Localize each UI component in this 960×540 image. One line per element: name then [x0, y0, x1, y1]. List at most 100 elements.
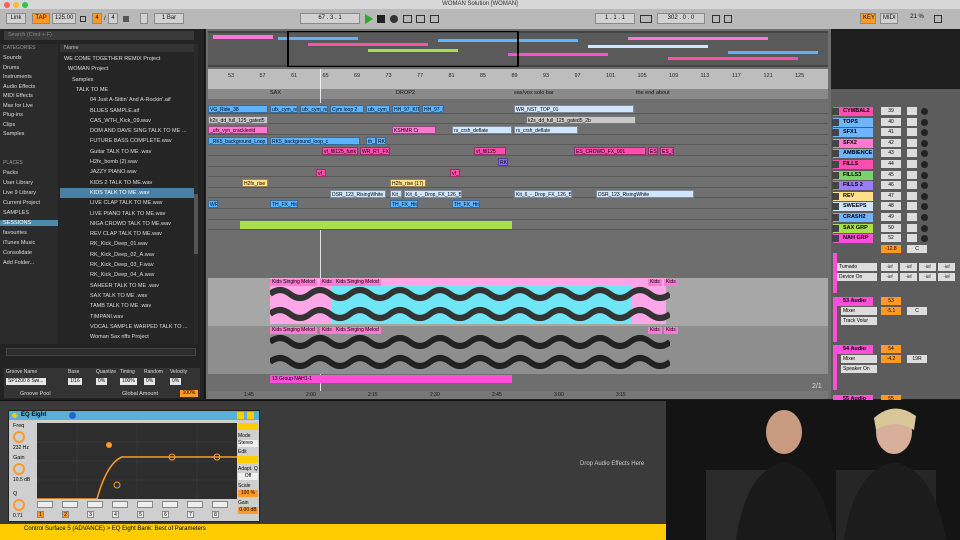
- send-value[interactable]: -inf: [938, 272, 955, 281]
- arrangement-clip[interactable]: Cym loop 2: [330, 105, 364, 113]
- place-item[interactable]: Consolidate: [3, 250, 32, 256]
- audio-track-volume[interactable]: -4.2: [881, 354, 901, 363]
- file-list-item[interactable]: KIDS TALK TO ME .wav: [60, 187, 195, 198]
- link-button[interactable]: Link: [6, 13, 26, 24]
- groove-cell[interactable]: 0%: [96, 378, 108, 385]
- device-hotswap-icon[interactable]: [237, 412, 244, 419]
- audio-clip-label[interactable]: Kids: [648, 279, 662, 286]
- arrangement-clip[interactable]: VG_Ride_38: [208, 105, 268, 113]
- time-ruler-bottom[interactable]: 1:45 2:00 2:15 2:30 2:45 3:00 3:15: [208, 391, 828, 399]
- group-clip[interactable]: 13 Group NAH1-1: [270, 375, 512, 383]
- track-lane[interactable]: [208, 145, 828, 156]
- place-item[interactable]: favourites: [3, 230, 27, 236]
- band-filter-type[interactable]: [87, 501, 103, 508]
- locator-marker[interactable]: the end about: [636, 90, 670, 96]
- audio-track-number[interactable]: 54: [881, 344, 901, 353]
- audio-clip-label[interactable]: Kids Singing Melod: [270, 327, 317, 334]
- solo-button[interactable]: [907, 213, 917, 221]
- freq-knob[interactable]: [13, 431, 25, 443]
- locator-marker[interactable]: sax/vox solo bar: [514, 90, 554, 96]
- mixer-track-name[interactable]: TOPS: [833, 117, 873, 127]
- track-fold-icon[interactable]: [832, 150, 839, 158]
- track-activator[interactable]: 46: [881, 181, 901, 190]
- arrangement-overview[interactable]: [208, 30, 828, 68]
- solo-button[interactable]: [907, 107, 917, 115]
- track-activator[interactable]: 47: [881, 191, 901, 200]
- track-activator[interactable]: 44: [881, 160, 901, 168]
- track-fold-icon[interactable]: [832, 192, 839, 200]
- arrangement-clip[interactable]: HH_97_KIT: [392, 105, 420, 113]
- arm-icon[interactable]: [921, 192, 928, 200]
- arrangement-clip[interactable]: KSHMR Cr: [392, 126, 436, 135]
- audio-track-pan[interactable]: C: [907, 306, 927, 315]
- band-filter-type[interactable]: [112, 501, 128, 508]
- track-activator[interactable]: 43: [881, 149, 901, 158]
- arrangement-clip[interactable]: vf_fill125: [474, 147, 506, 156]
- track-fold-icon[interactable]: [832, 118, 839, 126]
- mixer-track-name[interactable]: AMBIENCE: [833, 149, 873, 159]
- midi-map-button[interactable]: MIDI: [880, 13, 898, 24]
- browser-scroll-thumb[interactable]: [194, 194, 198, 254]
- browser-scrollbar[interactable]: [194, 44, 198, 344]
- file-list-item[interactable]: H2fx_bomb (2).wav: [60, 157, 195, 167]
- mixer-track-name[interactable]: REV: [833, 191, 873, 201]
- mixer-track-name[interactable]: SWEEPS: [833, 202, 873, 212]
- file-list-item[interactable]: RK_Kick_Deep_04_A.wav: [60, 270, 195, 280]
- band-toggle[interactable]: 8: [212, 511, 219, 518]
- follow-icon[interactable]: [430, 15, 439, 23]
- file-list-item[interactable]: Woman Sax riffs Project: [60, 332, 195, 342]
- file-list-item[interactable]: Samples: [60, 75, 195, 85]
- band-filter-type[interactable]: [37, 501, 53, 508]
- band-filter-type[interactable]: [62, 501, 78, 508]
- send-value[interactable]: -inf: [881, 272, 898, 281]
- track-lane[interactable]: [208, 113, 828, 125]
- arrangement-clip[interactable]: vf_fill125_funk: [322, 147, 358, 156]
- name-column-header[interactable]: Name: [60, 44, 195, 52]
- session-record-icon[interactable]: [416, 15, 425, 23]
- solo-button[interactable]: [907, 181, 917, 190]
- send-value[interactable]: -inf: [900, 272, 917, 281]
- file-list-item[interactable]: REV CLAP TALK TO ME.wav: [60, 229, 195, 239]
- time-sig-denominator[interactable]: 4: [108, 13, 118, 24]
- time-sig-numerator[interactable]: 4: [92, 13, 102, 24]
- file-list-item[interactable]: RK_Kick_Deep_03_F.wav: [60, 260, 195, 270]
- arm-icon[interactable]: [921, 118, 928, 126]
- locator-lane[interactable]: SAX DROP2 sax/vox solo bar the end about: [208, 89, 828, 99]
- mixer-track-name[interactable]: FILLS: [833, 160, 873, 169]
- solo-button[interactable]: [907, 191, 917, 200]
- place-item[interactable]: SAMPLES: [3, 210, 29, 216]
- arrangement-clip[interactable]: k2s_dd_full_125_gated5_2b: [526, 115, 636, 124]
- file-list-item[interactable]: NIGA CROWD TALK TO ME.wav: [60, 219, 195, 229]
- track-activator[interactable]: 41: [881, 128, 901, 137]
- arm-icon[interactable]: [921, 224, 928, 232]
- record-mode-icon[interactable]: [123, 16, 129, 22]
- send-value[interactable]: -inf: [919, 272, 936, 281]
- solo-button[interactable]: [907, 202, 917, 211]
- arrangement-clip[interactable]: TH_FX_Hit: [452, 200, 480, 209]
- mixer-track-name[interactable]: NAH GRP: [833, 234, 873, 244]
- device-info-icon[interactable]: [69, 412, 76, 419]
- audio-clip-label[interactable]: Kids: [320, 279, 334, 286]
- audio-clip-label[interactable]: Kids Singing Melod: [334, 327, 381, 334]
- band-filter-type[interactable]: [137, 501, 153, 508]
- global-amount-field[interactable]: 100%: [180, 390, 198, 397]
- arm-icon[interactable]: [921, 171, 928, 179]
- sax-group-clip[interactable]: [240, 221, 512, 229]
- tempo-field[interactable]: 125.00: [52, 13, 76, 24]
- send-value[interactable]: -inf: [900, 262, 917, 271]
- file-list-item[interactable]: FUTURE BASS COMPLETE.wav: [60, 136, 195, 146]
- mode-select[interactable]: Stereo: [238, 440, 258, 447]
- arrangement-clip[interactable]: rs_crsh_deflate: [452, 126, 512, 135]
- arm-icon[interactable]: [921, 235, 928, 243]
- arrangement-clip[interactable]: TH_FX_Hit: [390, 200, 418, 209]
- solo-button[interactable]: [907, 160, 917, 168]
- track-lane[interactable]: [208, 209, 828, 220]
- band-toggle[interactable]: 7: [187, 511, 194, 518]
- track-activator[interactable]: 39: [881, 107, 901, 115]
- send-value[interactable]: -inf: [919, 262, 936, 271]
- arrangement-clip[interactable]: DSR_123_RisingWhite: [330, 189, 386, 198]
- automation-chooser[interactable]: Mixer: [841, 306, 877, 315]
- automation-arm-button[interactable]: [140, 13, 148, 24]
- spectrum-toggle-button[interactable]: [238, 423, 258, 430]
- place-item[interactable]: Live 9 Library: [3, 190, 36, 196]
